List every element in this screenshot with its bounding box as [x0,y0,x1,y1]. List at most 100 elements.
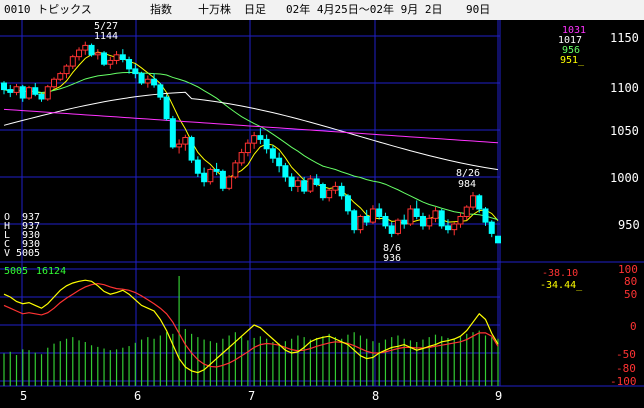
candle-body [232,162,239,178]
candle-body [401,219,408,225]
candle-body [213,168,220,172]
candle-body [338,185,345,197]
price-tick-1150: 1150 [610,31,639,45]
late-high-value-annotation: 984 [458,179,476,190]
osc-tick-m80: -80 [616,362,636,375]
candle-body [69,56,76,67]
candle-body [163,96,170,120]
candle-body [351,210,358,231]
high-value-annotation: 1144 [94,31,118,42]
osc-tick-80: 80 [624,275,637,288]
oscillator-yellow-value: -34.44_ [540,280,583,291]
price-tick-1050: 1050 [610,124,639,138]
candle-body [57,73,64,80]
candle-body [257,135,264,140]
candle-body [463,206,470,217]
candle-body [488,221,495,234]
osc-tick-m50: -50 [616,348,636,361]
volume-bars [3,276,499,386]
price-tick-1000: 1000 [610,171,639,185]
candle-body [19,86,26,99]
low-value-annotation: 936 [383,253,401,264]
candle-body [363,215,370,223]
candle-body [126,59,133,70]
candle-body [482,208,489,223]
candle-body [119,54,126,60]
candle-body [32,87,39,95]
candle-body [188,137,195,161]
candlesticks [1,41,501,244]
candle-body [63,65,70,75]
candle-body [182,137,189,145]
candle-body [82,44,89,51]
candle-body [263,138,270,150]
candle-body [113,54,120,61]
candle-body [438,210,445,227]
candle-body [194,159,201,174]
candle-body [376,208,383,217]
candle-body [101,52,108,65]
grid-lines [0,20,644,387]
price-tick-1100: 1100 [610,81,639,95]
candle-body [313,178,320,186]
candle-body [88,44,95,56]
candle-body [469,195,476,208]
candle-body [238,152,245,164]
candle-body [44,86,51,100]
candle-body [294,180,301,187]
candle-body [319,184,326,199]
osc-tick-m100: -100 [610,375,637,388]
candle-body [138,73,145,84]
candle-body [132,68,139,75]
candle-body [276,157,283,167]
oscillator-red-value: -38.10 [542,268,578,279]
candle-body [344,195,351,212]
candle-body [307,178,314,192]
ma-short-value: 951_ [560,55,585,66]
ma-verylong-line [3,108,499,144]
candle-body [269,148,276,159]
candle-body [357,215,364,231]
ma-long-line [3,91,499,171]
ohlcv-readout: O 937 H 937 L 930 C 930 V 5005 [4,212,40,259]
candle-body [151,78,158,86]
stock-chart[interactable]: 1150 1100 1050 1000 950 1031 1017 956 95… [0,0,644,408]
candle-body [201,172,208,183]
candle-body [94,52,101,56]
month-9: 9 [495,389,502,403]
candle-body [13,86,20,93]
candle-body [282,165,289,178]
candle-body [1,82,7,91]
candle-body [382,215,389,227]
candle-body [388,225,395,234]
candle-body [176,143,183,148]
candle-body [226,176,233,189]
price-tick-950: 950 [618,218,640,232]
candle-body [476,195,483,210]
oscillator-yellow-line [3,279,499,374]
candle-body [288,176,295,187]
ohlcv-val-v: 5005 [16,248,40,259]
candle-body [413,208,420,217]
candle-body [432,210,439,219]
volume-value-label: 5005 [4,266,28,277]
candle-body [369,208,376,223]
ma-mid-line [3,71,499,221]
candle-body [426,217,433,227]
month-axis: 5 6 7 8 9 [20,389,502,403]
candle-body [107,59,114,65]
candle-body [451,223,458,231]
month-5: 5 [20,389,27,403]
candle-body [244,142,251,154]
month-7: 7 [248,389,255,403]
late-high-date-annotation: 8/26 [456,168,480,179]
candle-body [144,78,151,84]
month-6: 6 [134,389,141,403]
ohlcv-key-v: V [4,248,10,259]
candle-body [251,135,258,144]
candle-body [51,78,58,88]
candle-body [207,168,214,183]
candle-body [7,89,14,93]
candle-body [326,189,333,199]
candle-body [38,93,45,100]
